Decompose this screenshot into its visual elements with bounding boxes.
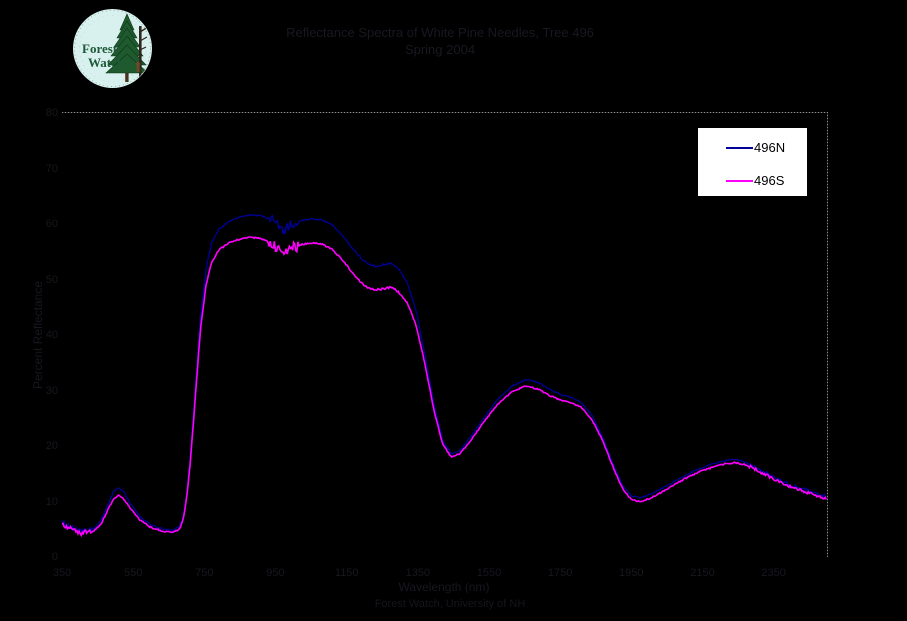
x-tick-label: 1150 [334, 567, 359, 579]
series-496S-line [61, 236, 828, 538]
y-tick-label: 80 [45, 107, 58, 119]
chart-page: Forest Watch Reflectance Spectra of Whit… [0, 0, 907, 621]
y-tick-label: 60 [45, 218, 58, 230]
x-tick-label: 350 [52, 567, 72, 579]
y-tick-label: 30 [45, 384, 58, 397]
series-496N-line [61, 213, 827, 534]
x-tick-label: 950 [266, 567, 285, 579]
legend-line-496S [726, 180, 753, 182]
x-tick-label: 1950 [619, 567, 644, 579]
legend-label-496S: 496S [754, 173, 785, 188]
x-tick-label: 2150 [690, 567, 715, 579]
chart-footnote: Forest Watch, University of NH [374, 598, 526, 610]
legend-label-496N: 496N [754, 140, 786, 155]
logo-text-watch: Watch [88, 55, 125, 70]
plot-area [61, 213, 828, 538]
x-tick-label: 750 [195, 567, 214, 579]
plot-border-right [827, 112, 828, 557]
y-tick-label: 10 [45, 495, 58, 508]
x-tick-label: 1750 [547, 567, 573, 579]
chart-subtitle: Spring 2004 [404, 42, 476, 57]
x-tick-label: 1550 [476, 567, 502, 579]
y-tick-label: 40 [45, 329, 58, 341]
x-tick-label: 2350 [761, 567, 786, 579]
x-tick-label: 550 [123, 567, 143, 579]
x-tick-label: 1350 [405, 567, 431, 579]
plot-border-top [62, 112, 828, 113]
y-tick-label: 20 [45, 440, 58, 452]
chart-title: Reflectance Spectra of White Pine Needle… [286, 25, 594, 40]
y-tick-label: 70 [45, 162, 58, 175]
y-axis-title: Percent Reflectance [31, 280, 45, 390]
x-axis-title: Wavelength (nm) [398, 580, 490, 594]
y-tick-label: 50 [45, 273, 58, 286]
legend-line-496N [726, 147, 753, 149]
logo-text-forest: Forest [82, 41, 118, 56]
legend-box: 496N 496S [697, 127, 808, 197]
climber-icon [135, 61, 141, 67]
y-tick-label: 0 [51, 551, 58, 563]
